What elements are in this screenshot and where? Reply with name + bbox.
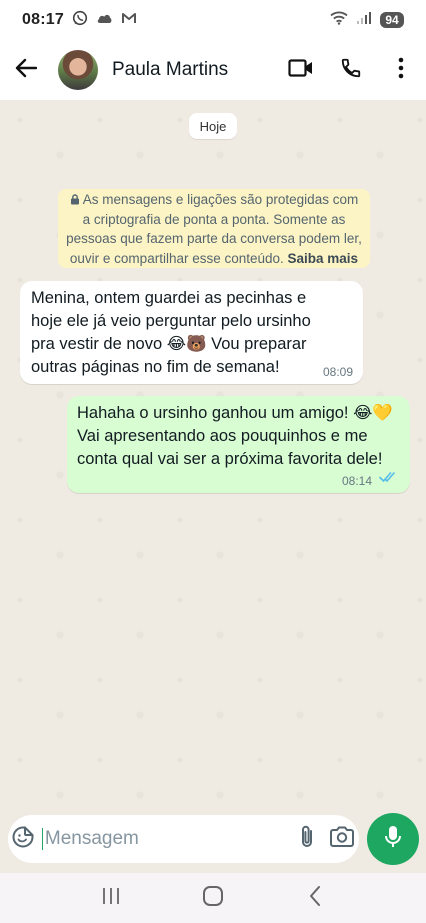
sticker-icon [11,825,35,854]
back-button[interactable] [0,40,52,100]
system-back-button[interactable] [285,876,345,920]
voice-call-button[interactable] [326,40,376,100]
microphone-icon [384,825,402,854]
message-time: 08:14 [341,474,372,488]
back-arrow-icon [15,58,38,83]
chat-area[interactable]: Hoje As mensagens e ligações são protegi… [0,100,426,810]
attach-button[interactable] [290,815,325,863]
cloud-icon [96,11,113,30]
more-vert-icon [398,57,404,84]
message-input[interactable] [42,819,290,859]
chevron-left-icon [308,885,322,912]
message-composer [8,815,359,863]
battery-level: 94 [380,12,404,28]
message-time: 08:09 [322,365,353,379]
avatar[interactable] [58,50,98,90]
signal-icon [356,11,372,30]
paperclip-icon [299,824,315,855]
video-call-icon [288,58,314,83]
camera-icon [329,826,355,853]
video-call-button[interactable] [276,40,326,100]
system-nav-bar [0,873,426,923]
whatsapp-icon [72,10,88,31]
sticker-button[interactable] [8,815,39,863]
status-bar: 08:17 94 [0,0,426,40]
home-button[interactable] [183,876,243,920]
message-text: Hahaha o ursinho ganhou um amigo! 😂💛 Vai… [77,404,393,468]
more-options-button[interactable] [376,40,426,100]
phone-icon [340,57,362,84]
status-time: 08:17 [22,11,64,28]
incoming-message[interactable]: Menina, ontem guardei as pecinhas e hoje… [20,281,363,384]
encryption-notice[interactable]: As mensagens e ligações são protegidas c… [58,189,370,268]
lock-icon [70,192,83,207]
wifi-icon [330,11,348,30]
gmail-icon [121,11,137,30]
chat-header: Paula Martins [0,40,426,100]
contact-name[interactable]: Paula Martins [112,59,276,81]
recents-icon [101,887,121,910]
date-chip: Hoje [189,113,237,139]
recents-button[interactable] [81,876,141,920]
learn-more-link[interactable]: Saiba mais [288,251,359,266]
read-ticks-icon [379,470,399,488]
home-icon [202,885,224,912]
voice-message-button[interactable] [367,813,419,865]
camera-button[interactable] [324,815,359,863]
message-text: Menina, ontem guardei as pecinhas e hoje… [31,289,311,376]
outgoing-message[interactable]: Hahaha o ursinho ganhou um amigo! 😂💛 Vai… [67,396,410,493]
